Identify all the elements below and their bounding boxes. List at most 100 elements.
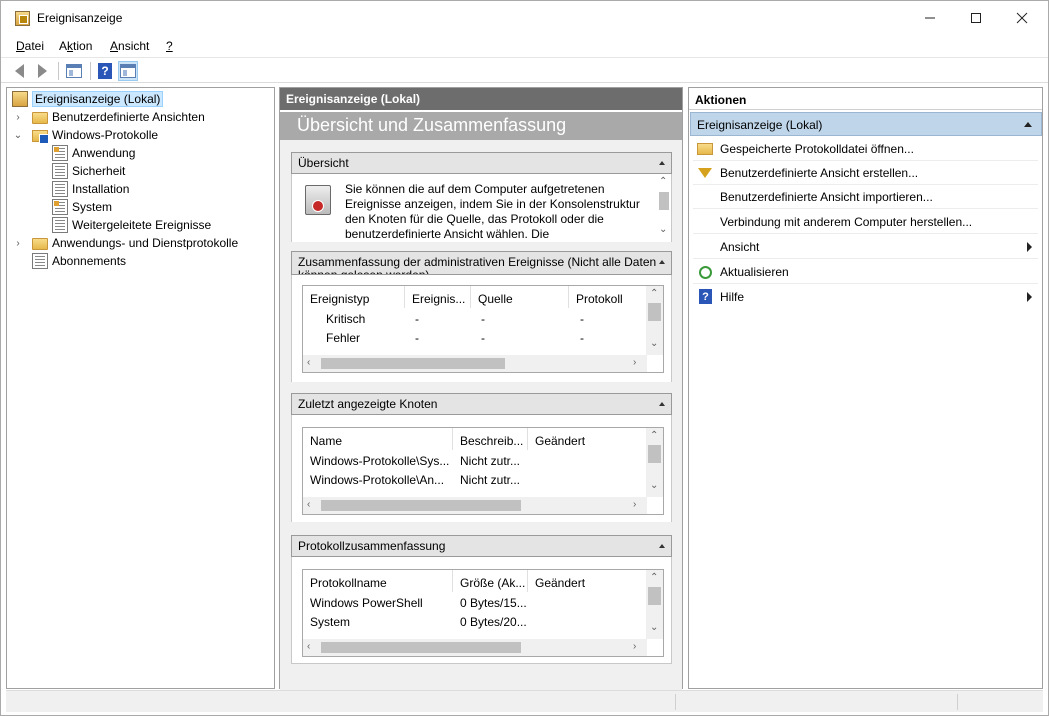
tree-item-windows-logs[interactable]: ⌄ Windows-Protokolle	[13, 126, 158, 144]
scroll-up-icon[interactable]: ⌃	[650, 430, 658, 441]
collapse-icon[interactable]	[659, 260, 665, 264]
action-help[interactable]: ? Hilfe	[693, 285, 1038, 309]
column-header[interactable]: Quelle	[471, 286, 569, 308]
minimize-button[interactable]	[907, 1, 953, 35]
column-header[interactable]: Geändert	[528, 428, 647, 450]
tree-item-forwarded-events[interactable]: Weitergeleitete Ereignisse	[52, 216, 211, 234]
section-title: Zusammenfassung der administrativen Erei…	[298, 255, 657, 275]
action-view[interactable]: Ansicht	[693, 235, 1038, 259]
toolbar-separator	[58, 62, 59, 80]
table-cell[interactable]: Windows PowerShell	[310, 596, 450, 614]
show-hide-action-pane-button[interactable]	[118, 61, 138, 81]
status-segment	[675, 694, 957, 710]
scroll-down-icon[interactable]: ⌄	[650, 480, 658, 491]
show-hide-action-pane-icon	[120, 64, 136, 78]
tree-item-anwendung[interactable]: Anwendung	[52, 144, 135, 162]
collapse-icon[interactable]	[659, 544, 665, 548]
tree-item-label: Sicherheit	[72, 164, 126, 178]
scroll-down-icon[interactable]: ⌄	[659, 224, 667, 235]
action-create-custom-view[interactable]: Benutzerdefinierte Ansicht erstellen...	[693, 161, 1038, 185]
section-title: Protokollzusammenfassung	[298, 539, 446, 553]
forward-arrow-icon	[37, 64, 47, 78]
table-cell[interactable]: Windows-Protokolle\An...	[310, 473, 450, 491]
column-header[interactable]: Ereignis...	[405, 286, 471, 308]
scroll-down-icon[interactable]: ⌄	[650, 338, 658, 349]
action-refresh[interactable]: Aktualisieren	[693, 260, 1038, 284]
scroll-thumb[interactable]	[659, 192, 669, 210]
event-log-icon	[305, 185, 331, 215]
maximize-button[interactable]	[953, 1, 999, 35]
table-cell[interactable]: Windows-Protokolle\Sys...	[310, 454, 450, 472]
back-button[interactable]	[9, 61, 29, 81]
scroll-thumb[interactable]	[648, 303, 661, 321]
scroll-left-icon[interactable]: ‹	[307, 499, 310, 510]
table-cell[interactable]: System	[310, 615, 450, 633]
vertical-scrollbar[interactable]: ⌃ ⌄	[646, 428, 663, 497]
menu-ansicht[interactable]: Ansicht	[110, 39, 149, 53]
collapse-icon[interactable]	[659, 402, 665, 406]
column-header[interactable]: Ereignistyp	[303, 286, 405, 308]
chevron-right-icon[interactable]: ›	[13, 238, 23, 249]
horizontal-scrollbar[interactable]: ‹ ›	[303, 639, 647, 656]
menu-aktion[interactable]: Aktion	[59, 39, 92, 53]
tree-item-app-service-logs[interactable]: › Anwendungs- und Dienstprotokolle	[13, 234, 238, 252]
vertical-scrollbar[interactable]: ⌃ ⌄	[646, 570, 663, 639]
scroll-thumb[interactable]	[321, 500, 521, 511]
recent-nodes-table: Name Beschreib... Geändert Windows-Proto…	[302, 427, 664, 515]
column-header[interactable]: Protokoll	[569, 286, 647, 308]
horizontal-scrollbar[interactable]: ‹ ›	[303, 497, 647, 514]
scroll-up-icon[interactable]: ⌃	[650, 288, 658, 299]
scroll-down-icon[interactable]: ⌄	[650, 622, 658, 633]
recent-nodes-section-header[interactable]: Zuletzt angezeigte Knoten	[291, 393, 672, 415]
scroll-left-icon[interactable]: ‹	[307, 641, 310, 652]
overview-scrollbar[interactable]: ⌃ ⌄	[656, 174, 671, 240]
log-icon	[52, 217, 68, 233]
log-summary-section-header[interactable]: Protokollzusammenfassung	[291, 535, 672, 557]
actions-group-header[interactable]: Ereignisanzeige (Lokal)	[690, 112, 1042, 136]
scroll-right-icon[interactable]: ›	[633, 499, 636, 510]
tree-item-root[interactable]: Ereignisanzeige (Lokal)	[12, 90, 164, 108]
menu-help[interactable]: ?	[166, 39, 173, 53]
tree-item-custom-views[interactable]: › Benutzerdefinierte Ansichten	[13, 108, 205, 126]
tree-item-sicherheit[interactable]: Sicherheit	[52, 162, 125, 180]
horizontal-scrollbar[interactable]: ‹ ›	[303, 355, 647, 372]
scroll-up-icon[interactable]: ⌃	[650, 572, 658, 583]
close-button[interactable]	[999, 1, 1045, 35]
scroll-left-icon[interactable]: ‹	[307, 357, 310, 368]
event-viewer-app-icon	[15, 11, 30, 26]
close-icon	[1016, 12, 1028, 24]
column-header[interactable]: Name	[303, 428, 453, 450]
tree-item-installation[interactable]: Installation	[52, 180, 129, 198]
tree-item-system[interactable]: System	[52, 198, 112, 216]
action-connect-computer[interactable]: Verbindung mit anderem Computer herstell…	[693, 210, 1038, 234]
vertical-scrollbar[interactable]: ⌃ ⌄	[646, 286, 663, 355]
collapse-icon[interactable]	[659, 161, 665, 165]
column-header[interactable]: Protokollname	[303, 570, 453, 592]
scroll-thumb[interactable]	[321, 358, 505, 369]
chevron-right-icon[interactable]: ›	[13, 112, 23, 123]
menu-datei[interactable]: Datei	[16, 39, 44, 53]
scroll-thumb[interactable]	[321, 642, 521, 653]
scroll-thumb[interactable]	[648, 445, 661, 463]
actions-pane: Aktionen Ereignisanzeige (Lokal) Gespeic…	[688, 87, 1043, 689]
tree-item-label: Installation	[72, 182, 130, 196]
help-button[interactable]: ?	[95, 61, 115, 81]
table-cell: Fehler	[326, 331, 361, 345]
overview-section-header[interactable]: Übersicht	[291, 152, 672, 174]
action-open-saved-log[interactable]: Gespeicherte Protokolldatei öffnen...	[693, 137, 1038, 161]
scroll-right-icon[interactable]: ›	[633, 357, 636, 368]
tree-item-subscriptions[interactable]: Abonnements	[32, 252, 126, 270]
admin-summary-section-header[interactable]: Zusammenfassung der administrativen Erei…	[291, 251, 672, 275]
collapse-icon[interactable]	[1024, 122, 1032, 127]
scroll-right-icon[interactable]: ›	[633, 641, 636, 652]
column-header[interactable]: Beschreib...	[453, 428, 528, 450]
forward-button[interactable]	[32, 61, 52, 81]
column-header[interactable]: Größe (Ak...	[453, 570, 528, 592]
show-hide-console-tree-button[interactable]	[64, 61, 84, 81]
scroll-up-icon[interactable]: ⌃	[659, 176, 667, 187]
column-header[interactable]: Geändert	[528, 570, 647, 592]
action-import-custom-view[interactable]: Benutzerdefinierte Ansicht importieren..…	[693, 185, 1038, 209]
scroll-thumb[interactable]	[648, 587, 661, 605]
chevron-down-icon[interactable]: ⌄	[13, 130, 23, 141]
table-cell: 0 Bytes/15...	[460, 596, 526, 610]
